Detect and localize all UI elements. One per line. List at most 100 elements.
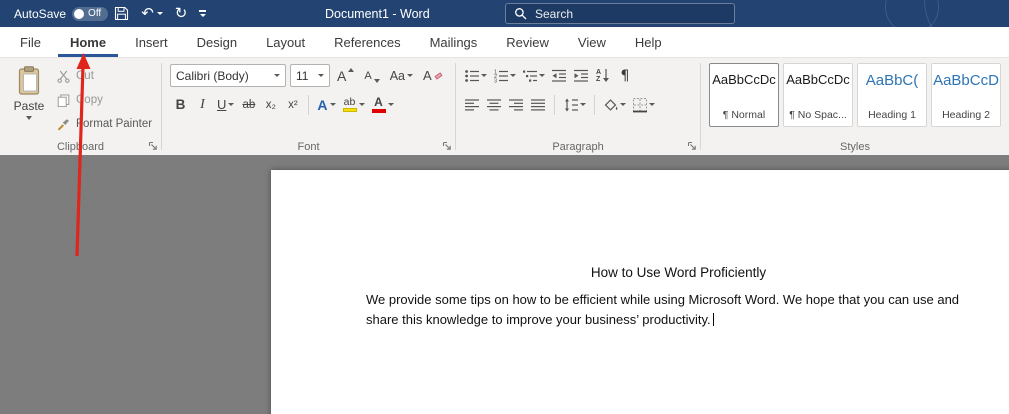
clipboard-small-buttons: Cut Copy Format Painter <box>54 66 155 134</box>
eraser-icon <box>434 72 442 79</box>
ribbon-tab-bar: File Home Insert Design Layout Reference… <box>0 27 1009 58</box>
quick-access-toolbar-dropdown[interactable] <box>193 0 212 27</box>
style-normal[interactable]: AaBbCcDc ¶ Normal <box>709 63 779 127</box>
italic-button[interactable]: I <box>192 93 213 116</box>
style-name: ¶ No Spac... <box>789 109 847 121</box>
bullets-button[interactable] <box>462 64 489 87</box>
bold-button[interactable]: B <box>170 93 191 116</box>
save-button[interactable] <box>108 0 135 27</box>
bullet-list-icon <box>464 68 480 84</box>
change-case-button[interactable]: Aa <box>387 64 416 87</box>
paint-bucket-icon <box>603 97 619 113</box>
cut-button[interactable]: Cut <box>54 66 155 86</box>
style-name: Heading 1 <box>868 109 916 121</box>
increase-indent-button[interactable] <box>571 64 591 87</box>
borders-icon <box>632 97 648 113</box>
autosave-label: AutoSave <box>14 7 66 21</box>
clipboard-dialog-launcher[interactable] <box>148 141 158 151</box>
decrease-indent-button[interactable] <box>549 64 569 87</box>
tab-help[interactable]: Help <box>623 27 674 57</box>
paragraph-dialog-launcher[interactable] <box>687 141 697 151</box>
svg-text:3: 3 <box>494 78 497 84</box>
text-effects-caret <box>330 103 336 106</box>
font-row-1: Calibri (Body) 11 A A Aa A <box>170 64 445 87</box>
font-color-button[interactable]: A <box>369 93 397 116</box>
tab-design[interactable]: Design <box>185 27 249 57</box>
paragraph-row-1: 1 2 3 <box>462 64 635 87</box>
highlight-caret <box>359 103 365 106</box>
justify-button[interactable] <box>528 93 548 116</box>
change-case-caret <box>407 74 413 77</box>
undo-button[interactable]: ↶ <box>135 0 169 27</box>
text-highlight-color-button[interactable]: ab <box>340 93 368 116</box>
justify-icon <box>530 97 546 113</box>
paste-dropdown-caret <box>26 116 32 120</box>
tab-review[interactable]: Review <box>494 27 561 57</box>
grow-font-button[interactable]: A <box>334 64 357 87</box>
font-dialog-launcher[interactable] <box>442 141 452 151</box>
style-sample: AaBbCcDc <box>786 72 850 87</box>
shrink-font-button[interactable]: A <box>361 64 382 87</box>
document-body-text[interactable]: We provide some tips on how to be effici… <box>366 290 991 329</box>
tab-view[interactable]: View <box>566 27 618 57</box>
sort-az-letters: A Z <box>596 69 601 83</box>
strikethrough-button[interactable]: ab <box>238 93 259 116</box>
multilevel-list-icon <box>522 68 538 84</box>
paste-button[interactable]: Paste <box>6 62 52 138</box>
search-box[interactable] <box>505 3 735 24</box>
font-size-caret <box>318 74 324 77</box>
multilevel-caret <box>539 74 545 77</box>
clipboard-group-label: Clipboard <box>0 141 161 153</box>
paragraph-row-2 <box>462 93 657 116</box>
document-page[interactable]: How to Use Word Proficiently We provide … <box>271 170 1009 414</box>
numbering-button[interactable]: 1 2 3 <box>491 64 518 87</box>
subscript-button[interactable]: x₂ <box>260 93 281 116</box>
align-center-button[interactable] <box>484 93 504 116</box>
tab-mailings[interactable]: Mailings <box>418 27 490 57</box>
superscript-button[interactable]: x² <box>282 93 303 116</box>
font-color-icon: A <box>372 96 386 113</box>
style-heading-1[interactable]: AaBbC( Heading 1 <box>857 63 927 127</box>
line-spacing-button[interactable] <box>561 93 588 116</box>
increase-indent-icon <box>573 68 589 84</box>
search-input[interactable] <box>535 7 705 21</box>
button-separator <box>554 95 555 115</box>
autosave-switch[interactable]: Off <box>72 7 108 21</box>
document-title-text[interactable]: How to Use Word Proficiently <box>366 265 991 280</box>
bullets-caret <box>481 74 487 77</box>
styles-group: AaBbCcDc ¶ Normal AaBbCcDc ¶ No Spac... … <box>701 58 1009 155</box>
autosave-toggle[interactable]: AutoSave Off <box>14 7 108 21</box>
copy-button[interactable]: Copy <box>54 90 155 110</box>
underline-button[interactable]: U <box>214 93 237 116</box>
font-name-combobox[interactable]: Calibri (Body) <box>170 64 286 87</box>
clipboard-group: Paste Cut <box>0 58 161 155</box>
style-heading-2[interactable]: AaBbCcD Heading 2 <box>931 63 1001 127</box>
document-paragraph[interactable]: We provide some tips on how to be effici… <box>366 292 959 327</box>
tab-file[interactable]: File <box>8 27 53 57</box>
window-title: Document1 - Word <box>325 0 430 27</box>
tab-home[interactable]: Home <box>58 27 118 57</box>
tab-references[interactable]: References <box>322 27 412 57</box>
format-painter-label: Format Painter <box>76 118 152 130</box>
format-painter-button[interactable]: Format Painter <box>54 114 155 134</box>
style-no-spacing[interactable]: AaBbCcDc ¶ No Spac... <box>783 63 853 127</box>
show-formatting-marks-button[interactable]: ¶ <box>615 64 635 87</box>
borders-button[interactable] <box>630 93 657 116</box>
font-size-combobox[interactable]: 11 <box>290 64 330 87</box>
text-effects-button[interactable]: A <box>314 93 338 116</box>
tab-insert[interactable]: Insert <box>123 27 180 57</box>
word-window: AutoSave Off ↶ ↻ Docume <box>0 0 1009 414</box>
redo-button[interactable]: ↻ <box>169 0 194 27</box>
highlight-icon: ab <box>343 97 357 113</box>
paragraph-group-label: Paragraph <box>456 141 700 153</box>
shading-button[interactable] <box>601 93 628 116</box>
align-left-icon <box>464 97 480 113</box>
align-left-button[interactable] <box>462 93 482 116</box>
multilevel-list-button[interactable] <box>520 64 547 87</box>
format-painter-icon <box>57 118 70 131</box>
sort-button[interactable]: A Z <box>593 64 613 87</box>
clear-formatting-button[interactable]: A <box>420 64 445 87</box>
align-right-button[interactable] <box>506 93 526 116</box>
tab-layout[interactable]: Layout <box>254 27 317 57</box>
font-group: Calibri (Body) 11 A A Aa A <box>162 58 455 155</box>
